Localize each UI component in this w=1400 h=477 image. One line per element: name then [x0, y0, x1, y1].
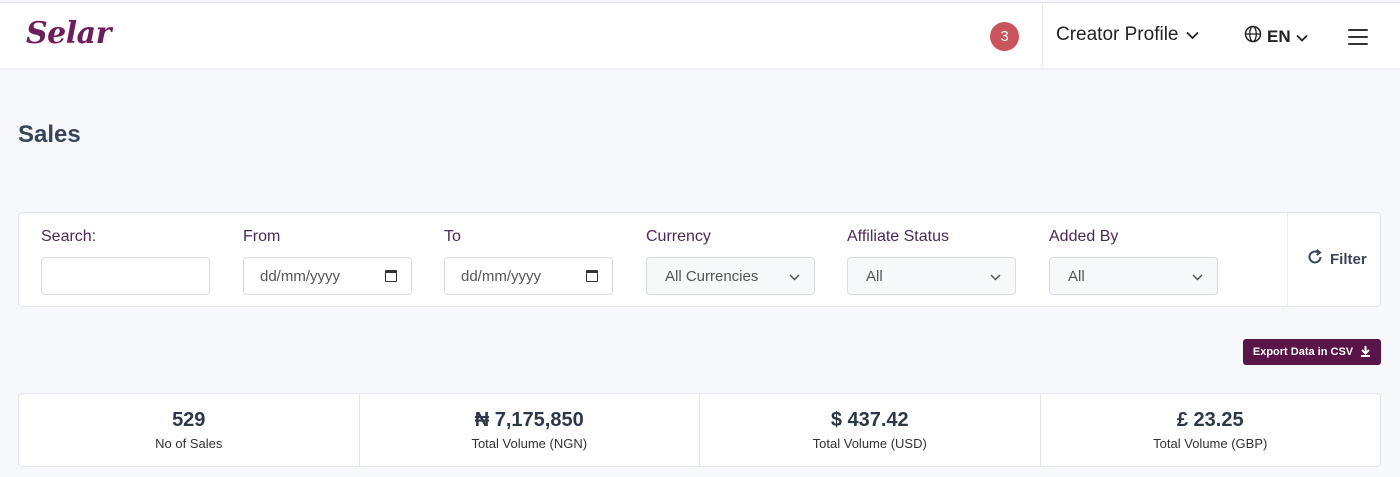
hamburger-menu-icon[interactable]	[1348, 29, 1368, 45]
currency-value: All Currencies	[665, 267, 759, 285]
stat-total-volume-ngn: ₦ 7,175,850 Total Volume (NGN)	[360, 394, 700, 466]
search-input[interactable]	[41, 257, 210, 295]
stat-no-of-sales: 529 No of Sales	[19, 394, 360, 466]
top-navbar: Selar 3 Creator Profile EN	[0, 2, 1400, 69]
added-by-field: Added By All	[1049, 228, 1218, 295]
stat-label: No of Sales	[155, 436, 223, 451]
stat-label: Total Volume (GBP)	[1153, 436, 1268, 451]
filter-panel: Search: From dd/mm/yyyy To dd/mm/yyyy Cu…	[18, 212, 1381, 307]
creator-profile-label: Creator Profile	[1056, 24, 1179, 45]
currency-label: Currency	[646, 228, 711, 245]
stat-label: Total Volume (NGN)	[471, 436, 588, 451]
chevron-down-icon	[1192, 269, 1203, 284]
globe-icon	[1244, 25, 1262, 48]
language-label: EN	[1267, 26, 1291, 46]
stat-value: 529	[172, 409, 206, 431]
to-date-placeholder: dd/mm/yyyy	[461, 267, 542, 285]
export-csv-label: Export Data in CSV	[1252, 346, 1354, 358]
export-csv-button[interactable]: Export Data in CSV	[1243, 339, 1381, 365]
stat-value: $ 437.42	[830, 409, 909, 431]
affiliate-status-label: Affiliate Status	[847, 228, 949, 245]
selar-logo[interactable]: Selar	[26, 16, 111, 51]
calendar-icon[interactable]	[385, 270, 397, 282]
to-label: To	[444, 228, 461, 245]
to-date-field: To dd/mm/yyyy	[444, 228, 613, 295]
stat-total-volume-gbp: £ 23.25 Total Volume (GBP)	[1041, 394, 1381, 466]
chevron-down-icon	[789, 269, 800, 284]
stat-total-volume-usd: $ 437.42 Total Volume (USD)	[700, 394, 1041, 466]
navbar-divider	[1042, 3, 1043, 69]
notification-badge[interactable]: 3	[990, 22, 1019, 51]
from-label: From	[243, 228, 281, 245]
sales-stats: 529 No of Sales ₦ 7,175,850 Total Volume…	[18, 393, 1381, 467]
creator-profile-dropdown[interactable]: Creator Profile	[1056, 24, 1199, 46]
from-date-input[interactable]: dd/mm/yyyy	[243, 257, 412, 295]
chevron-down-icon	[1185, 24, 1199, 46]
added-by-value: All	[1068, 267, 1085, 285]
added-by-label: Added By	[1049, 228, 1119, 245]
search-field: Search:	[41, 228, 210, 295]
stat-value: ₦ 7,175,850	[474, 409, 584, 431]
affiliate-status-select[interactable]: All	[847, 257, 1016, 295]
affiliate-status-value: All	[866, 267, 883, 285]
added-by-select[interactable]: All	[1049, 257, 1218, 295]
language-selector[interactable]: EN	[1244, 25, 1308, 48]
from-date-placeholder: dd/mm/yyyy	[260, 267, 341, 285]
search-label: Search:	[41, 228, 97, 245]
page-title: Sales	[18, 121, 81, 148]
filter-button[interactable]: Filter	[1307, 249, 1367, 270]
to-date-input[interactable]: dd/mm/yyyy	[444, 257, 613, 295]
chevron-down-icon	[1295, 27, 1308, 47]
from-date-field: From dd/mm/yyyy	[243, 228, 412, 295]
currency-select[interactable]: All Currencies	[646, 257, 815, 295]
download-icon	[1360, 345, 1371, 360]
affiliate-status-field: Affiliate Status All	[847, 228, 1016, 295]
chevron-down-icon	[990, 269, 1001, 284]
refresh-icon	[1307, 249, 1323, 270]
stat-value: £ 23.25	[1176, 409, 1244, 431]
filter-divider	[1287, 213, 1288, 306]
stat-label: Total Volume (USD)	[812, 436, 927, 451]
calendar-icon[interactable]	[586, 270, 598, 282]
currency-field: Currency All Currencies	[646, 228, 815, 295]
filter-button-label: Filter	[1330, 251, 1367, 268]
